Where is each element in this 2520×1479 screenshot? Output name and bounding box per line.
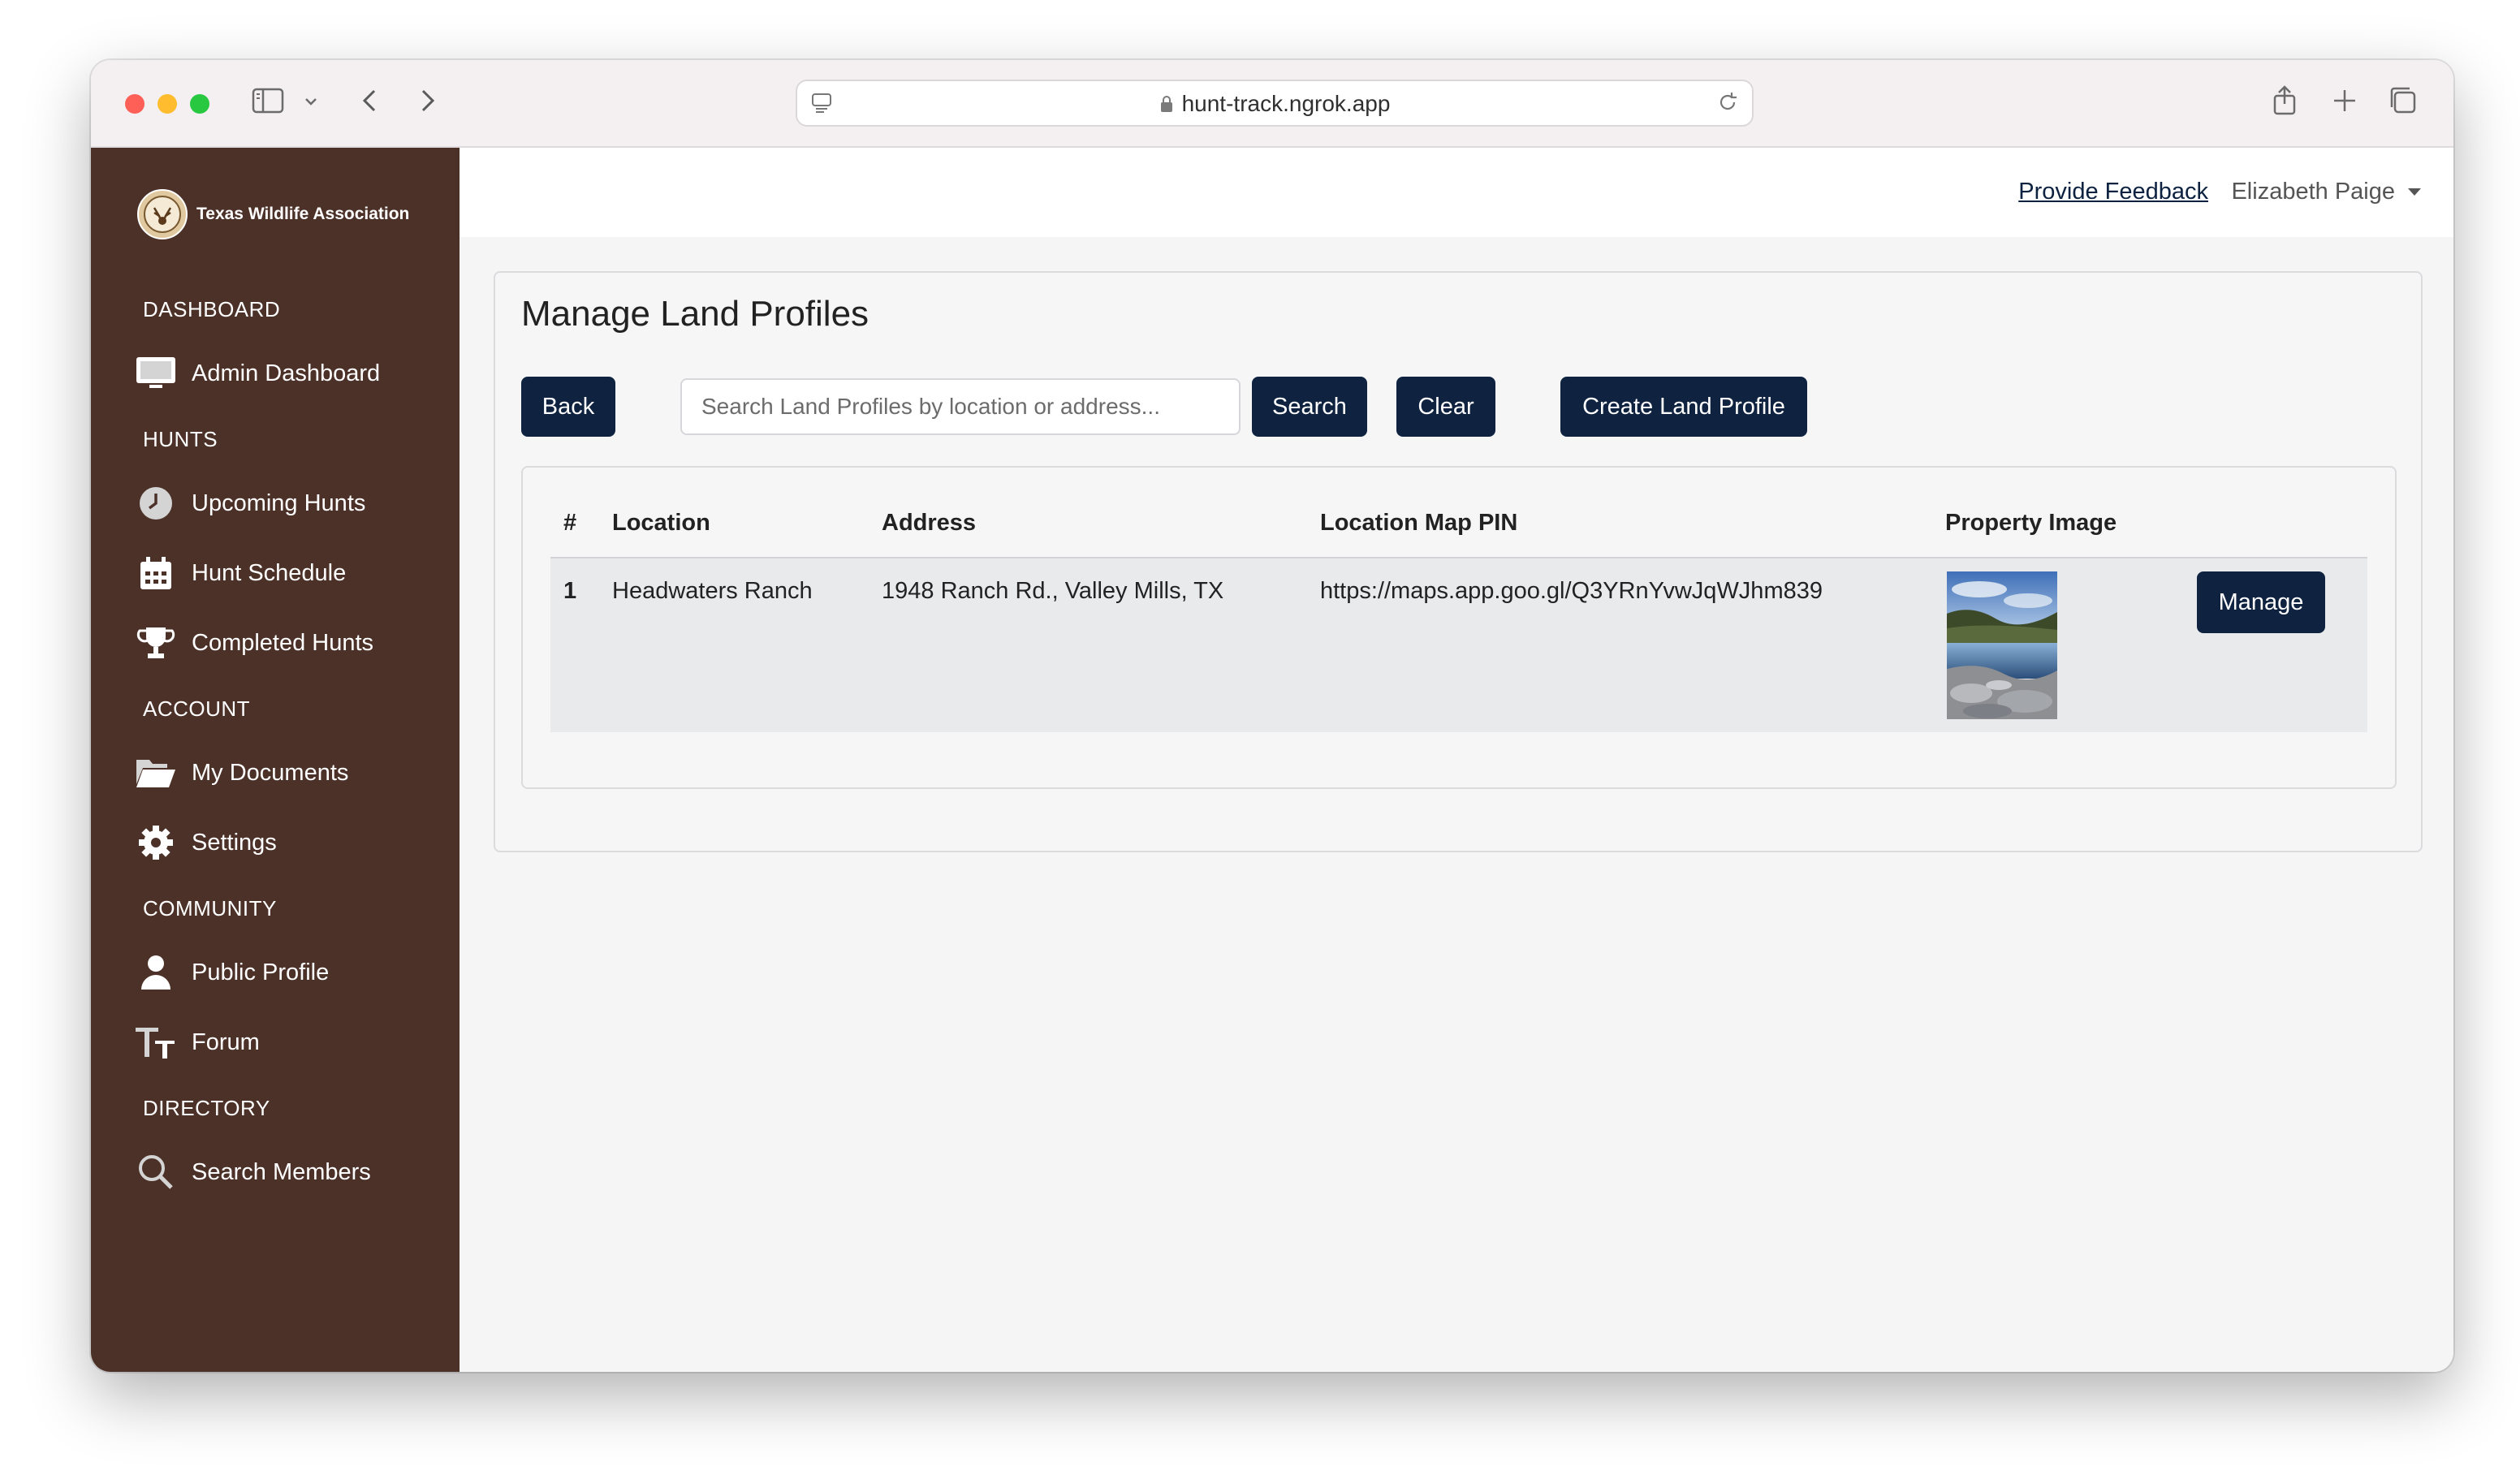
section-account: ACCOUNT [143,696,251,721]
sidebar-item-label: Upcoming Hunts [192,489,366,516]
association-logo-icon [137,189,188,239]
search-button[interactable]: Search [1252,377,1367,437]
search-input[interactable] [680,378,1241,435]
browser-window: hunt-track.ngrok.app Texas Wildlife Asso… [91,60,2453,1372]
close-window-button[interactable] [125,94,145,114]
table-row: 1 Headwaters Ranch 1948 Ranch Rd., Valle… [550,558,2367,732]
section-directory: DIRECTORY [143,1096,270,1120]
sidebar-item-public-profile[interactable]: Public Profile [133,948,329,997]
sidebar-item-label: Admin Dashboard [192,360,381,386]
sidebar-item-admin-dashboard[interactable]: Admin Dashboard [133,349,380,398]
column-header-number: # [563,510,577,536]
column-header-map-pin: Location Map PIN [1320,510,1518,536]
sidebar-item-label: Settings [192,829,277,856]
column-header-address: Address [882,510,977,536]
address-bar[interactable]: hunt-track.ngrok.app [796,80,1754,127]
sidebar-item-label: Completed Hunts [192,629,374,656]
browser-toolbar: hunt-track.ngrok.app [91,60,2453,148]
sidebar-item-label: Search Members [192,1158,371,1185]
share-icon[interactable] [2267,83,2302,119]
forward-arrow-icon[interactable] [411,83,443,119]
property-image [1947,571,2057,719]
back-button[interactable]: Back [521,377,615,437]
back-arrow-icon[interactable] [354,83,386,119]
user-name: Elizabeth Paige [2231,179,2395,205]
column-header-property-image: Property Image [1945,510,2117,536]
brand-name: Texas Wildlife Association [196,205,410,223]
provide-feedback-link[interactable]: Provide Feedback [2018,179,2208,205]
minimize-window-button[interactable] [158,94,177,114]
manage-button[interactable]: Manage [2197,571,2325,633]
tab-overview-icon[interactable] [2385,83,2421,119]
monitor-icon [133,351,179,396]
chevron-down-icon[interactable] [300,83,321,119]
column-header-location: Location [612,510,710,536]
row-number: 1 [563,578,577,604]
land-profiles-table: # Location Address Location Map PIN Prop… [521,466,2397,789]
sidebar-item-upcoming-hunts[interactable]: Upcoming Hunts [133,479,365,528]
clock-icon [133,481,179,526]
trophy-icon [133,620,179,666]
caret-down-icon [2408,188,2421,196]
lock-icon [1160,96,1172,112]
main-content: Manage Land Profiles Back Search Clear C… [460,237,2453,1372]
sidebar-item-label: My Documents [192,759,349,786]
sidebar-item-my-documents[interactable]: My Documents [133,748,348,797]
section-community: COMMUNITY [143,896,277,921]
section-hunts: HUNTS [143,427,218,451]
sidebar-item-forum[interactable]: Forum [133,1018,260,1067]
user-icon [133,950,179,995]
search-icon [133,1149,179,1195]
text-size-icon [133,1020,179,1065]
calendar-icon [133,550,179,596]
url-text: hunt-track.ngrok.app [797,91,1752,117]
sidebar-item-hunt-schedule[interactable]: Hunt Schedule [133,549,346,597]
sidebar-item-search-members[interactable]: Search Members [133,1148,371,1197]
create-land-profile-button[interactable]: Create Land Profile [1560,377,1807,437]
top-navbar: Provide Feedback Elizabeth Paige [460,148,2453,237]
folder-open-icon [133,750,179,796]
sidebar-item-settings[interactable]: Settings [133,818,277,867]
gear-icon [133,820,179,865]
page-title: Manage Land Profiles [521,294,869,334]
clear-button[interactable]: Clear [1396,377,1495,437]
zoom-window-button[interactable] [190,94,209,114]
row-address: 1948 Ranch Rd., Valley Mills, TX [882,578,1224,604]
brand-logo-link[interactable]: Texas Wildlife Association [136,188,409,240]
sidebar-item-label: Public Profile [192,959,330,985]
new-tab-icon[interactable] [2327,83,2362,119]
user-menu-dropdown[interactable]: Elizabeth Paige [2231,179,2421,205]
sidebar-item-label: Hunt Schedule [192,559,347,586]
sidebar: Texas Wildlife Association DASHBOARD Adm… [91,148,460,1372]
sidebar-toggle-icon[interactable] [250,83,286,119]
sidebar-item-label: Forum [192,1028,260,1055]
url-label: hunt-track.ngrok.app [1181,91,1391,116]
land-profiles-card: Manage Land Profiles Back Search Clear C… [494,271,2423,852]
reload-icon[interactable] [1715,89,1741,115]
row-location: Headwaters Ranch [612,578,813,604]
section-dashboard: DASHBOARD [143,297,281,321]
sidebar-item-completed-hunts[interactable]: Completed Hunts [133,619,373,667]
row-map-pin: https://maps.app.goo.gl/Q3YRnYvwJqWJhm83… [1320,578,1823,604]
